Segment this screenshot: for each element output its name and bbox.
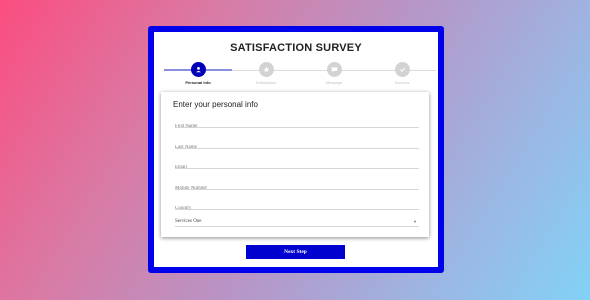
email-input[interactable] [175, 161, 419, 174]
chevron-down-icon: ▼ [413, 218, 417, 224]
chat-icon [326, 62, 342, 77]
next-step-button[interactable]: Next Step [246, 245, 345, 259]
personal-info-card: Enter your personal info Services One ▼ [161, 92, 429, 237]
step-label: Success [394, 80, 410, 85]
survey-title: SATISFACTION SURVEY [230, 42, 362, 54]
step-satisfaction[interactable]: Satisfaction [236, 62, 296, 85]
last-name-input[interactable] [175, 141, 419, 154]
country-input[interactable] [175, 202, 419, 215]
progress-stepper: Personal Info Satisfaction Message Succe… [164, 59, 436, 89]
step-message[interactable]: Message [304, 62, 364, 85]
step-label: Satisfaction [255, 80, 277, 85]
first-name-field [175, 114, 419, 133]
survey-frame: SATISFACTION SURVEY Personal Info Satisf… [148, 26, 444, 273]
services-selected-value: Services One [175, 218, 202, 224]
step-success[interactable]: Success [372, 62, 432, 85]
first-name-input[interactable] [175, 120, 419, 133]
services-select[interactable]: Services One ▼ [175, 216, 419, 227]
mobile-number-input[interactable] [175, 182, 419, 195]
step-label: Personal Info [185, 80, 211, 85]
mobile-number-field [175, 176, 419, 195]
last-name-field [175, 135, 419, 154]
check-icon [394, 62, 410, 77]
step-personal-info[interactable]: Personal Info [168, 62, 228, 85]
country-field [175, 196, 419, 215]
email-field [175, 155, 419, 174]
user-icon [190, 62, 206, 77]
step-label: Message [325, 80, 343, 85]
star-icon [258, 62, 274, 77]
form-heading: Enter your personal info [173, 100, 258, 109]
